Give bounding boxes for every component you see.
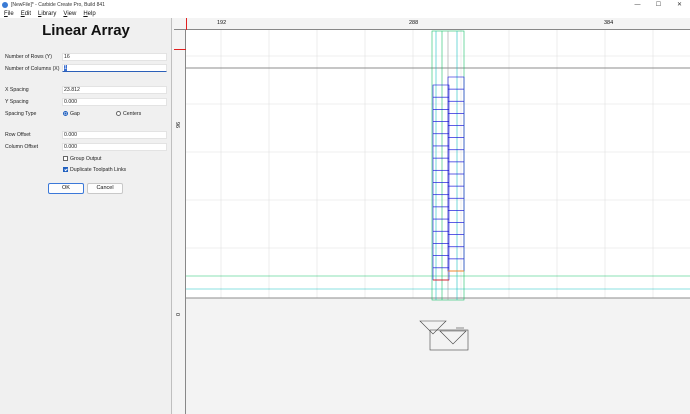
columns-label: Number of Columns (X) bbox=[5, 66, 60, 72]
column-offset-field[interactable]: 0.000 bbox=[62, 143, 167, 151]
window-title: [NewFile]* - Carbide Create Pro, Build 8… bbox=[11, 2, 105, 8]
ruler-top-label-192: 192 bbox=[217, 20, 227, 26]
cursor-x-marker bbox=[186, 18, 187, 30]
ruler-left: 96 0 bbox=[174, 30, 186, 414]
columns-value: 1 bbox=[64, 65, 67, 71]
linear-array-panel: Linear Array Number of Rows (Y) 16 Numbe… bbox=[0, 18, 172, 414]
x-spacing-field[interactable]: 23.812 bbox=[62, 86, 167, 94]
row-offset-field[interactable]: 0.000 bbox=[62, 131, 167, 139]
menu-help[interactable]: Help bbox=[83, 10, 95, 18]
drawing-area[interactable] bbox=[174, 18, 690, 414]
design-canvas[interactable]: 192 288 384 96 0 bbox=[174, 18, 690, 414]
ruler-left-label-96: 96 bbox=[176, 121, 182, 128]
maximize-button[interactable]: ☐ bbox=[648, 0, 669, 10]
window-controls: — ☐ ✕ bbox=[627, 0, 690, 10]
ruler-top-label-384: 384 bbox=[604, 20, 614, 26]
ruler-left-label-0: 0 bbox=[176, 312, 182, 316]
cancel-button[interactable]: Cancel bbox=[87, 183, 123, 194]
menu-edit[interactable]: Edit bbox=[21, 10, 31, 18]
close-button[interactable]: ✕ bbox=[669, 0, 690, 10]
rows-field[interactable]: 16 bbox=[62, 53, 167, 61]
app-logo-icon bbox=[2, 2, 8, 8]
spacing-gap-label: Gap bbox=[70, 111, 80, 117]
menu-bar: File Edit Library View Help bbox=[0, 10, 690, 18]
spacing-centers-radio[interactable] bbox=[116, 111, 121, 116]
group-output-checkbox[interactable] bbox=[63, 156, 68, 161]
minimize-button[interactable]: — bbox=[627, 0, 648, 10]
spacing-type-label: Spacing Type bbox=[5, 111, 37, 117]
offstock-region bbox=[186, 298, 690, 414]
spacing-gap-radio[interactable] bbox=[63, 111, 68, 116]
array-column-left[interactable] bbox=[432, 84, 450, 281]
app-window: [NewFile]* - Carbide Create Pro, Build 8… bbox=[0, 0, 690, 414]
panel-title: Linear Array bbox=[42, 22, 130, 39]
row-offset-label: Row Offset bbox=[5, 132, 31, 138]
ruler-top-label-288: 288 bbox=[409, 20, 419, 26]
duplicate-links-checkbox[interactable] bbox=[63, 167, 68, 172]
array-column-right[interactable] bbox=[447, 76, 465, 272]
ok-button[interactable]: OK bbox=[48, 183, 84, 194]
y-spacing-label: Y Spacing bbox=[5, 99, 29, 105]
menu-view[interactable]: View bbox=[63, 10, 76, 18]
ruler-top: 192 288 384 bbox=[174, 18, 690, 30]
rows-label: Number of Rows (Y) bbox=[5, 54, 52, 60]
columns-field[interactable]: 1 bbox=[62, 64, 167, 72]
x-spacing-label: X Spacing bbox=[5, 87, 29, 93]
spacing-centers-label: Centers bbox=[123, 111, 142, 117]
title-bar: [NewFile]* - Carbide Create Pro, Build 8… bbox=[0, 0, 690, 10]
cursor-y-marker bbox=[174, 49, 186, 50]
menu-library[interactable]: Library bbox=[38, 10, 56, 18]
y-spacing-field[interactable]: 0.000 bbox=[62, 98, 167, 106]
column-offset-label: Column Offset bbox=[5, 144, 39, 150]
menu-file[interactable]: File bbox=[4, 10, 14, 18]
group-output-label: Group Output bbox=[70, 156, 102, 162]
duplicate-links-label: Duplicate Toolpath Links bbox=[70, 167, 127, 173]
